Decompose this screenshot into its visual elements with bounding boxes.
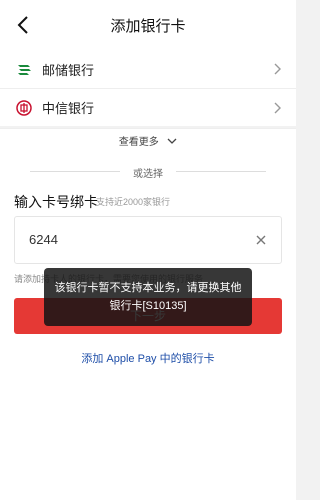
view-more-label: 查看更多 — [118, 137, 159, 148]
card-number-section: 输入卡号绑卡 支持近2000家银行 6244 请添加持卡人的银行卡，需要您使用的… — [0, 184, 296, 500]
toast-line-2: 银行卡[S10135] — [109, 300, 187, 312]
clear-icon[interactable] — [255, 234, 267, 246]
bank-name: 邮储银行 — [42, 62, 95, 78]
chevron-right-icon — [274, 102, 281, 114]
header-bar: 添加银行卡 — [0, 0, 296, 50]
section-title: 输入卡号绑卡 — [14, 194, 98, 210]
section-subtitle: 支持近2000家银行 — [96, 197, 171, 207]
bank-list: 邮储银行 中信银行 — [0, 50, 296, 126]
citic-logo-icon — [16, 99, 32, 116]
bank-name: 中信银行 — [42, 101, 95, 116]
page-title: 添加银行卡 — [110, 18, 186, 35]
chevron-down-icon — [167, 138, 177, 144]
apple-pay-link[interactable]: 添加 Apple Pay 中的银行卡 — [0, 350, 296, 366]
error-toast: 该银行卡暂不支持本业务，请更换其他 银行卡[S10135] — [44, 268, 252, 326]
chevron-right-icon — [274, 63, 281, 75]
bank-item-citic[interactable]: 中信银行 — [0, 88, 296, 126]
divider-label: 或选择 — [133, 169, 163, 180]
bank-item-psbc[interactable]: 邮储银行 — [0, 50, 296, 88]
view-more-button[interactable]: 查看更多 — [0, 128, 296, 158]
psbc-logo-icon — [16, 61, 32, 77]
divider-line — [176, 171, 266, 172]
toast-line-1: 该银行卡暂不支持本业务，请更换其他 — [54, 282, 242, 294]
card-number-value: 6244 — [29, 232, 58, 247]
or-divider: 或选择 — [0, 158, 296, 184]
card-number-input[interactable]: 6244 — [14, 216, 282, 264]
